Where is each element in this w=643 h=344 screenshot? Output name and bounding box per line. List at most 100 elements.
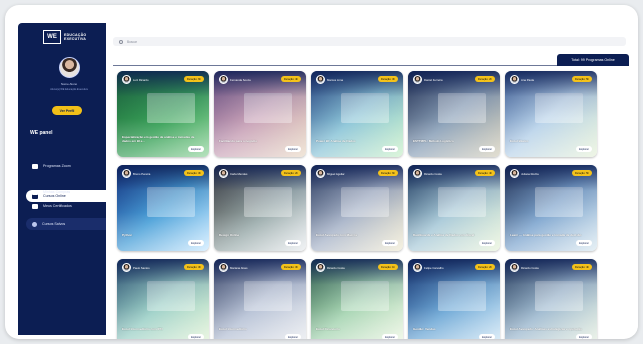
explore-button[interactable]: Explorar bbox=[479, 146, 495, 152]
instructor-avatar bbox=[510, 75, 519, 84]
avatar[interactable] bbox=[59, 57, 80, 78]
instructor-avatar bbox=[510, 263, 519, 272]
dot-icon bbox=[32, 221, 37, 227]
brand-logo[interactable]: WE EDUCAÇÃO EXECUTIVA bbox=[43, 30, 86, 44]
user-name: Nome Aluno bbox=[60, 82, 78, 86]
explore-button[interactable]: Explorar bbox=[188, 334, 204, 339]
monitor-icon bbox=[32, 163, 38, 169]
instructor-avatar bbox=[510, 169, 519, 178]
course-card[interactable]: Ricardo Costa Duração: 1h Excel Financeiro… bbox=[311, 259, 403, 339]
explore-button[interactable]: Explorar bbox=[382, 334, 398, 339]
card-overlay bbox=[214, 71, 306, 157]
instructor-name: Mariana Alves bbox=[230, 266, 248, 270]
duration-badge: Duração: 3h bbox=[280, 264, 301, 270]
course-card[interactable]: Miguel Aguilar Duração: 6h Excel Avançado … bbox=[311, 165, 403, 251]
explore-button[interactable]: Explorar bbox=[188, 240, 204, 246]
duration-badge: Duração: 3h bbox=[377, 76, 398, 82]
course-card[interactable]: Fernanda Souza Duração: 4h Facilitando par… bbox=[214, 71, 306, 157]
instructor-avatar bbox=[413, 75, 422, 84]
course-title: Facilitando para o negócio bbox=[219, 139, 258, 144]
course-title: Learn — Análise para gestão e tomada de … bbox=[510, 233, 582, 238]
course-card[interactable]: Luiz Ricardo Duração: 6h Especialização em… bbox=[117, 71, 209, 157]
duration-badge: Duração: 6h bbox=[377, 170, 398, 176]
course-card[interactable]: Ana Paula Duração: 5h Excel Básico Explorar bbox=[505, 71, 597, 157]
instructor-name: Ana Paula bbox=[521, 78, 534, 82]
user-role: Aluno(a) WE Educação Executiva bbox=[50, 88, 88, 91]
instructor-avatar bbox=[316, 75, 325, 84]
instructor-name: Miguel Aguilar bbox=[327, 172, 345, 176]
app-window: WE EDUCAÇÃO EXECUTIVA Nome Aluno Aluno(a… bbox=[5, 5, 638, 339]
course-title: Excel Básico bbox=[510, 139, 529, 144]
course-card[interactable]: Ricardo Costa Duração: 4h Dashboards e Aná… bbox=[408, 165, 500, 251]
course-title: Gestão: Vendas bbox=[413, 327, 436, 332]
course-card[interactable]: Ricardo Costa Duração: 4h Excel Avançado: … bbox=[505, 259, 597, 339]
instructor-name: Luiz Ricardo bbox=[133, 78, 149, 82]
explore-button[interactable]: Explorar bbox=[285, 240, 301, 246]
card-overlay bbox=[117, 71, 209, 157]
duration-badge: Duração: 5h bbox=[571, 170, 592, 176]
sidebar-item-certificados[interactable]: Meus Certificados bbox=[26, 200, 108, 212]
course-card[interactable]: Carla Mendes Duração: 2h Design Online Expl… bbox=[214, 165, 306, 251]
search-bar[interactable]: Buscar bbox=[113, 37, 626, 46]
course-card[interactable]: Felipe Carvalho Duração: 2h Gestão: Vendas… bbox=[408, 259, 500, 339]
view-profile-button[interactable]: Ver Perfil bbox=[52, 106, 82, 115]
explore-button[interactable]: Explorar bbox=[576, 240, 592, 246]
instructor-avatar bbox=[122, 75, 131, 84]
instructor-name: Marcos Lima bbox=[327, 78, 344, 82]
instructor-avatar bbox=[219, 75, 228, 84]
course-title: Excel Avançado com Macros bbox=[316, 233, 358, 238]
card-overlay bbox=[214, 165, 306, 251]
explore-button[interactable]: Explorar bbox=[285, 146, 301, 152]
explore-button[interactable]: Explorar bbox=[382, 146, 398, 152]
explore-button[interactable]: Explorar bbox=[382, 240, 398, 246]
sidebar-item-cursos-salvos[interactable]: Cursos Salvos bbox=[26, 218, 108, 230]
instructor-name: Ricardo Costa bbox=[424, 172, 442, 176]
instructor-avatar bbox=[219, 169, 228, 178]
course-card[interactable]: Bruno Pereira Duração: 3h Python Explorar bbox=[117, 165, 209, 251]
instructor-name: Ricardo Costa bbox=[521, 266, 539, 270]
instructor-name: Carla Mendes bbox=[230, 172, 248, 176]
instructor-name: Bruno Pereira bbox=[133, 172, 151, 176]
search-icon bbox=[119, 39, 123, 44]
explore-button[interactable]: Explorar bbox=[285, 334, 301, 339]
logo-text-line2: EXECUTIVA bbox=[64, 37, 87, 41]
instructor-avatar bbox=[413, 169, 422, 178]
instructor-name: Juliana Rocha bbox=[521, 172, 539, 176]
instructor-name: Paulo Santos bbox=[133, 266, 150, 270]
course-card[interactable]: Juliana Rocha Duração: 5h Learn — Análise … bbox=[505, 165, 597, 251]
course-card[interactable]: Daniel Ferreira Duração: 2h ESTTMPL: Métod… bbox=[408, 71, 500, 157]
duration-badge: Duração: 2h bbox=[474, 76, 495, 82]
course-title: Power BI: Análise de Dados bbox=[316, 139, 356, 144]
instructor-avatar bbox=[316, 263, 325, 272]
course-card[interactable]: Marcos Lima Duração: 3h Power BI: Análise … bbox=[311, 71, 403, 157]
panel-title: WE panel bbox=[30, 130, 53, 136]
duration-badge: Duração: 2h bbox=[280, 170, 301, 176]
course-title: Excel Financeiro bbox=[316, 327, 340, 332]
explore-button[interactable]: Explorar bbox=[188, 146, 204, 152]
explore-button[interactable]: Explorar bbox=[576, 146, 592, 152]
search-input[interactable]: Buscar bbox=[127, 40, 137, 44]
explore-button[interactable]: Explorar bbox=[479, 334, 495, 339]
course-title: Python bbox=[122, 233, 133, 238]
sidebar-item-label: Minhas Compras bbox=[43, 190, 71, 194]
card-overlay bbox=[311, 71, 403, 157]
explore-button[interactable]: Explorar bbox=[576, 334, 592, 339]
instructor-name: Daniel Ferreira bbox=[424, 78, 443, 82]
logo-mark: WE bbox=[43, 30, 61, 44]
duration-badge: Duração: 4h bbox=[474, 170, 495, 176]
sidebar-item-programas-zoom[interactable]: Programas Zoom bbox=[26, 160, 108, 172]
course-card[interactable]: Mariana Alves Duração: 3h Excel Intermediá… bbox=[214, 259, 306, 339]
course-title: Especialização em gestão de análise e to… bbox=[122, 135, 195, 144]
instructor-avatar bbox=[122, 169, 131, 178]
course-title: Design Online bbox=[219, 233, 240, 238]
explore-button[interactable]: Explorar bbox=[479, 240, 495, 246]
main-content: Buscar Total: 99 Programas Online Luiz R… bbox=[106, 23, 638, 339]
card-overlay bbox=[505, 71, 597, 157]
sidebar-item-label: Programas Zoom bbox=[43, 164, 71, 168]
duration-badge: Duração: 2h bbox=[474, 264, 495, 270]
course-card[interactable]: Paulo Santos Duração: 3h Excel Intermediár… bbox=[117, 259, 209, 339]
course-title: ESTTMPL: Método Logístico bbox=[413, 139, 454, 144]
tab-divider bbox=[113, 65, 629, 66]
instructor-avatar bbox=[219, 263, 228, 272]
sidebar-item-minhas-compras[interactable]: Minhas Compras bbox=[26, 186, 108, 198]
